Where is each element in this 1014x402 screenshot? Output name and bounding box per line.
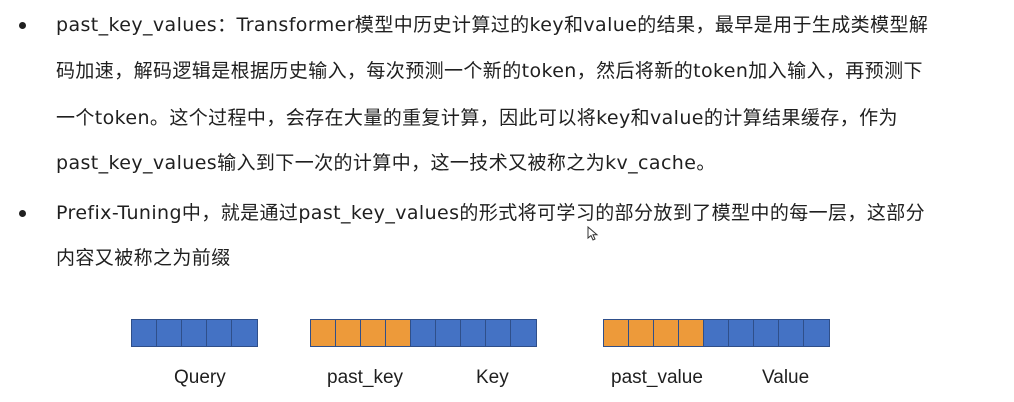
text-line: 码加速，解码逻辑是根据历史输入，每次预测一个新的token，然后将新的token… [56, 60, 923, 82]
text-line: past_key_values输入到下一次的计算中，这一技术又被称之为kv_ca… [56, 152, 716, 174]
token-cell [181, 319, 208, 347]
prefix-token-cell [335, 319, 362, 347]
token-cell [410, 319, 437, 347]
token-cell [728, 319, 755, 347]
mouse-cursor-icon [587, 226, 599, 241]
prefix-token-cell [603, 319, 630, 347]
prefix-token-cell [678, 319, 705, 347]
key-label: Key [476, 367, 509, 388]
past-key-label: past_key [327, 367, 404, 388]
text-line: Prefix-Tuning中，就是通过past_key_values的形式将可学… [56, 202, 926, 224]
prefix-token-cell [628, 319, 655, 347]
prefix-token-cell [385, 319, 412, 347]
key-strip [310, 319, 537, 347]
token-cell [206, 319, 233, 347]
past-value-label: past_value [611, 367, 703, 388]
token-cell [231, 319, 258, 347]
text-line: 内容又被称之为前缀 [56, 247, 231, 269]
prefix-token-cell [310, 319, 337, 347]
token-cell [753, 319, 780, 347]
prefix-token-cell [653, 319, 680, 347]
token-cell [510, 319, 537, 347]
token-cell [778, 319, 805, 347]
value-label: Value [762, 367, 810, 388]
token-cell [485, 319, 512, 347]
token-cell [703, 319, 730, 347]
query-label: Query [174, 367, 226, 388]
prefix-token-cell [360, 319, 387, 347]
text-line: 一个token。这个过程中，会存在大量的重复计算，因此可以将key和value的… [56, 107, 898, 129]
token-cell [460, 319, 487, 347]
token-cell [803, 319, 830, 347]
token-cell [156, 319, 183, 347]
query-strip [131, 319, 258, 347]
bullet-marker [19, 22, 26, 29]
bullet-marker [19, 210, 26, 217]
value-strip [603, 319, 830, 347]
token-cell [131, 319, 158, 347]
token-cell [435, 319, 462, 347]
text-line: past_key_values：Transformer模型中历史计算过的key和… [56, 14, 929, 36]
